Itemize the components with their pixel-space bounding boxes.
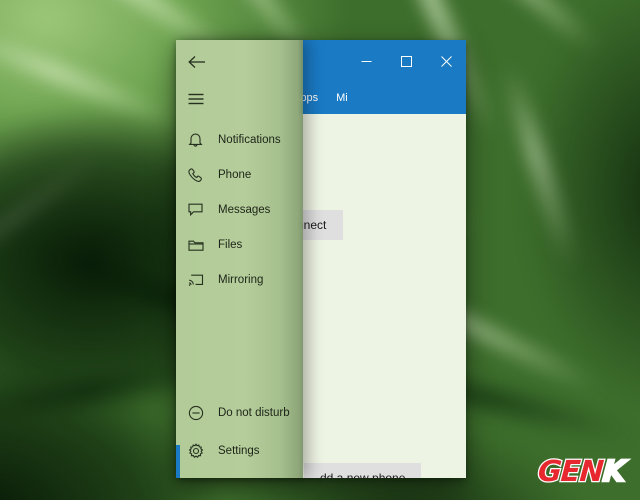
nav-bottom-section: Do not disturb Settings	[176, 394, 303, 470]
gear-icon	[188, 443, 212, 459]
window-controls	[346, 40, 466, 83]
minimize-button[interactable]	[346, 40, 386, 83]
folder-icon	[188, 238, 212, 252]
hamburger-menu-icon	[188, 93, 212, 105]
back-button[interactable]	[176, 40, 303, 76]
maximize-button[interactable]	[386, 40, 426, 83]
tab-mirroring[interactable]: Mi	[327, 83, 357, 114]
hamburger-menu-button[interactable]	[176, 82, 303, 116]
nav-item-label: Do not disturb	[218, 407, 290, 419]
cast-icon	[188, 273, 212, 287]
nav-item-label: Messages	[218, 203, 271, 216]
genk-watermark-part2: K	[600, 453, 626, 490]
nav-item-label: Phone	[218, 168, 252, 181]
nav-item-label: Mirroring	[218, 273, 264, 286]
nav-item-phone[interactable]: Phone	[176, 157, 303, 192]
bell-icon	[188, 132, 212, 148]
minus-circle-icon	[188, 405, 212, 421]
add-new-phone-button[interactable]: dd a new phone	[304, 463, 422, 478]
nav-item-label: Files	[218, 238, 243, 251]
nav-item-messages[interactable]: Messages	[176, 192, 303, 227]
add-phone-wrap: dd a new phone	[304, 463, 422, 478]
nav-item-label: Settings	[218, 445, 260, 457]
nav-item-settings[interactable]: Settings	[176, 432, 303, 470]
back-arrow-icon	[188, 55, 212, 69]
navigation-flyout: Notifications Phone Messages Files Mirro…	[176, 40, 303, 478]
nav-item-do-not-disturb[interactable]: Do not disturb	[176, 394, 303, 432]
phone-icon	[188, 167, 212, 183]
nav-menu-list: Notifications Phone Messages Files Mirro…	[176, 122, 303, 297]
close-button[interactable]	[426, 40, 466, 83]
nav-item-notifications[interactable]: Notifications	[176, 122, 303, 157]
genk-watermark: GENK	[535, 453, 626, 490]
genk-watermark-part1: GEN	[535, 453, 605, 490]
nav-item-mirroring[interactable]: Mirroring	[176, 262, 303, 297]
nav-top-section: Notifications Phone Messages Files Mirro…	[176, 40, 303, 297]
nav-item-label: Notifications	[218, 133, 281, 146]
message-bubble-icon	[188, 202, 212, 217]
nav-item-files[interactable]: Files	[176, 227, 303, 262]
